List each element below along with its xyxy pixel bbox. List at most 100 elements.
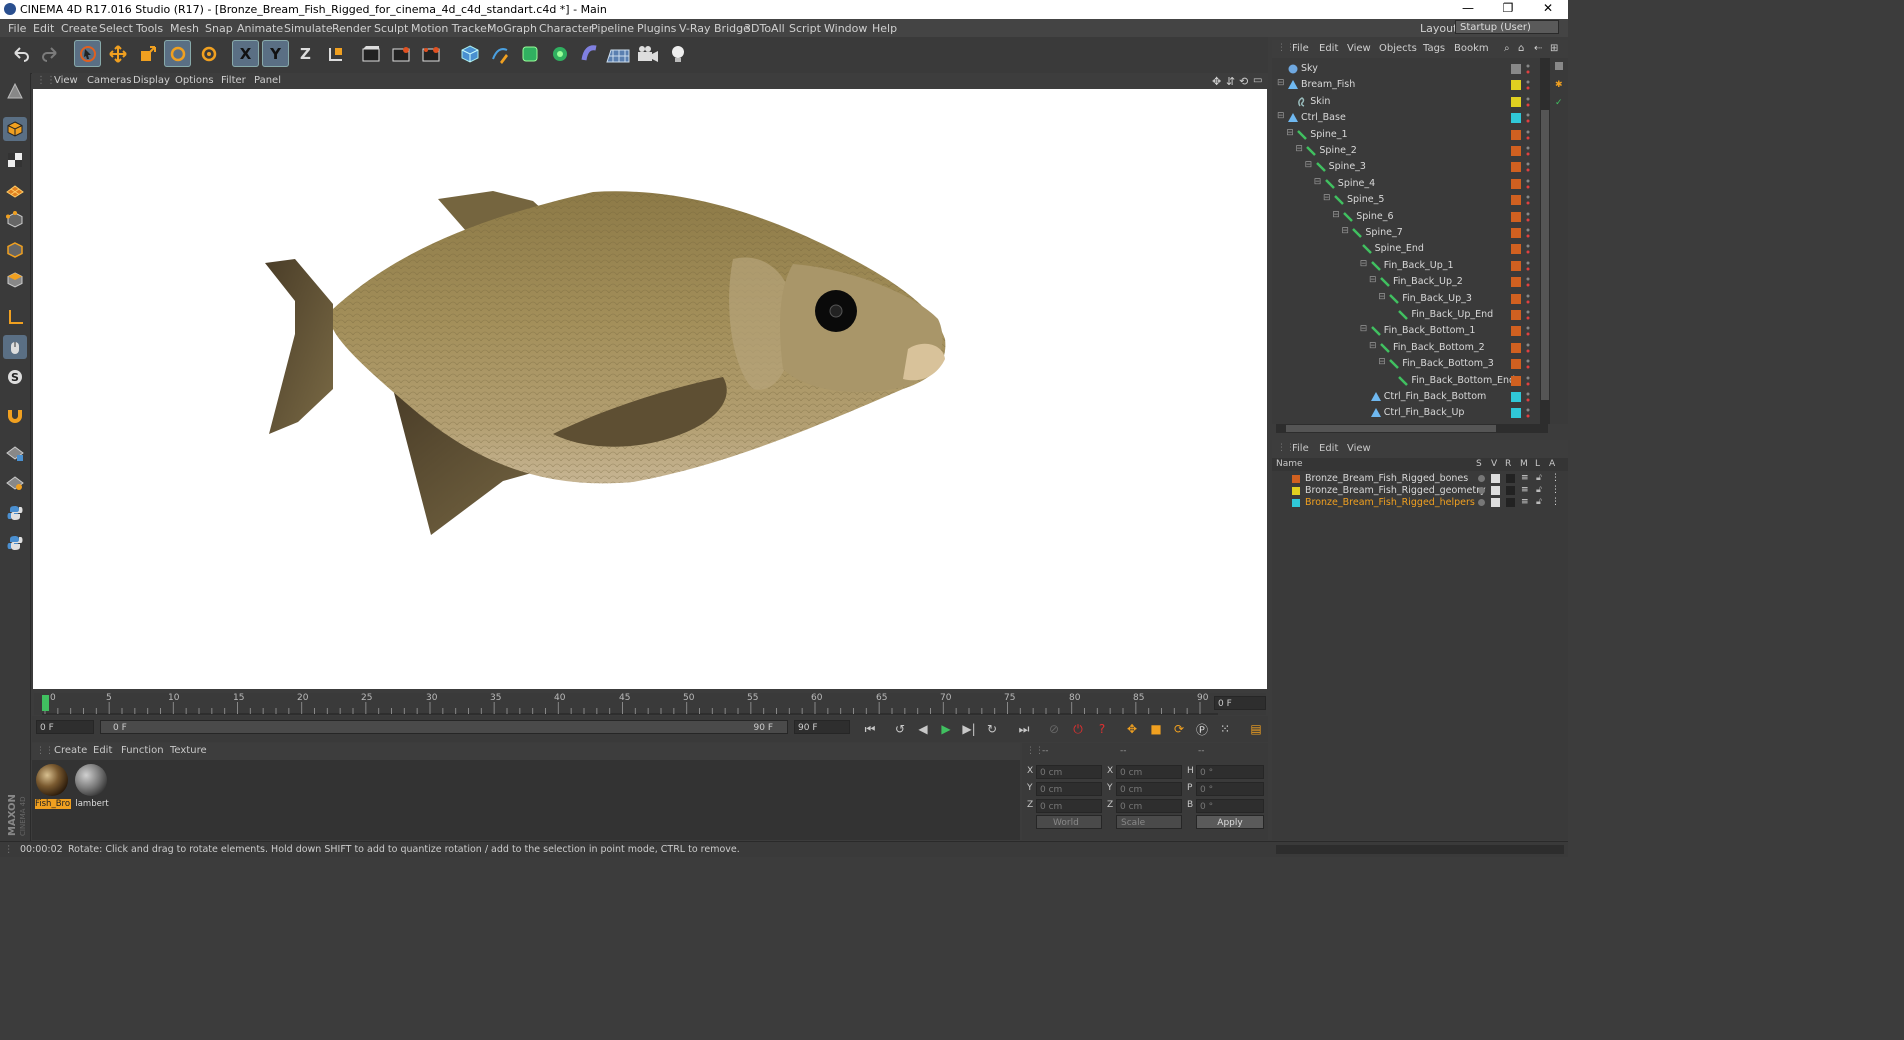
viewport-menu-panel[interactable]: Panel <box>254 75 281 86</box>
live-selection-icon[interactable] <box>74 40 101 67</box>
menu-vray-bridge[interactable]: V-Ray Bridge <box>679 22 750 35</box>
visibility-dots-icon[interactable] <box>1526 112 1530 124</box>
visibility-dots-icon[interactable] <box>1526 358 1530 370</box>
expand-toggle-icon[interactable]: ⊟ <box>1314 177 1322 187</box>
object-row-fin-back-up-2[interactable]: ⊟ Fin_Back_Up_2 <box>1272 274 1552 290</box>
scale-icon[interactable] <box>134 40 161 67</box>
workplane-icon[interactable] <box>3 177 27 201</box>
size-mode-select[interactable]: Scale <box>1116 815 1182 829</box>
object-row-fin-back-bottom-1[interactable]: ⊟ Fin_Back_Bottom_1 <box>1272 323 1552 339</box>
viewport-menu-filter[interactable]: Filter <box>221 75 246 86</box>
om-scroll-thumb[interactable] <box>1541 110 1549 400</box>
mograph-cloner-icon[interactable] <box>546 40 573 67</box>
visibility-dots-icon[interactable] <box>1526 145 1530 157</box>
visibility-dots-icon[interactable] <box>1526 276 1530 288</box>
rotation-p-field[interactable]: 0 ° <box>1196 782 1264 796</box>
menu-create[interactable]: Create <box>61 22 98 35</box>
recent-tools-icon[interactable] <box>195 40 222 67</box>
layer-row-helpers[interactable]: Bronze_Bream_Fish_Rigged_helpers ≡ 🔓︎ ⋮ <box>1272 497 1568 509</box>
go-to-start-icon[interactable]: ⏮ <box>860 719 880 739</box>
layer-color-tag[interactable] <box>1511 392 1521 402</box>
om-search-icon[interactable]: ⌕ <box>1504 43 1510 54</box>
layer-color-tag[interactable] <box>1511 146 1521 156</box>
floor-environment-icon[interactable] <box>604 40 631 67</box>
redo-icon[interactable] <box>36 40 63 67</box>
menu-script[interactable]: Script <box>789 22 821 35</box>
position-y-field[interactable]: 0 cm <box>1036 782 1102 796</box>
rotate-icon[interactable] <box>164 40 191 67</box>
nurbs-icon[interactable] <box>516 40 543 67</box>
expand-toggle-icon[interactable]: ⊟ <box>1277 111 1285 121</box>
menu-plugins[interactable]: Plugins <box>637 22 676 35</box>
expand-toggle-icon[interactable]: ⊟ <box>1341 226 1349 236</box>
autokeying-icon[interactable]: ⏻ <box>1068 719 1088 739</box>
visibility-dots-icon[interactable] <box>1526 79 1530 91</box>
expand-toggle-icon[interactable]: ⊟ <box>1369 341 1377 351</box>
expand-toggle-icon[interactable]: ⊟ <box>1360 259 1368 269</box>
play-forward-icon[interactable]: ▶ <box>936 719 956 739</box>
position-x-field[interactable]: 0 cm <box>1036 765 1102 779</box>
expand-toggle-icon[interactable]: ⊟ <box>1332 210 1340 220</box>
minimize-button[interactable]: — <box>1448 0 1488 19</box>
menu-select[interactable]: Select <box>99 22 133 35</box>
edges-mode-icon[interactable] <box>3 238 27 262</box>
expand-toggle-icon[interactable]: ⊟ <box>1369 275 1377 285</box>
om-menu-tags[interactable]: Tags <box>1423 43 1445 54</box>
layer-color-tag[interactable] <box>1511 359 1521 370</box>
om-vertical-scrollbar[interactable] <box>1540 58 1550 424</box>
record-keys-icon[interactable]: ⊘ <box>1044 719 1064 739</box>
material-menu-function[interactable]: Function <box>121 745 164 756</box>
layer-color-swatch[interactable] <box>1292 499 1300 507</box>
menu-3dtoall[interactable]: 3DToAll <box>744 22 785 35</box>
layer-color-tag[interactable] <box>1511 96 1521 107</box>
object-row-spine-7[interactable]: ⊟ Spine_7 <box>1272 225 1552 241</box>
om-back-icon[interactable]: ⇠ <box>1534 43 1542 54</box>
menu-sculpt[interactable]: Sculpt <box>374 22 408 35</box>
next-frame-icon[interactable]: ▶| <box>959 719 979 739</box>
axis-mode-icon[interactable] <box>3 305 27 329</box>
previous-keyframe-icon[interactable]: ↺ <box>890 719 910 739</box>
viewport-maximize-icon[interactable]: ▭ <box>1253 75 1262 86</box>
lm-menu-view[interactable]: View <box>1347 443 1371 454</box>
layer-row-geometry[interactable]: Bronze_Bream_Fish_Rigged_geometry ≡ 🔓︎ ⋮ <box>1272 485 1568 497</box>
z-axis-lock-icon[interactable]: Z <box>292 40 319 67</box>
expand-toggle-icon[interactable]: ⊟ <box>1286 128 1294 138</box>
animation-toggle-icon[interactable]: ⋮ <box>1551 497 1560 507</box>
object-row-fin-back-bottom-3[interactable]: ⊟ Fin_Back_Bottom_3 <box>1272 356 1552 372</box>
visible-eye-icon[interactable] <box>1491 486 1500 495</box>
visibility-dots-icon[interactable] <box>1526 178 1530 190</box>
lm-col-locked[interactable]: L <box>1535 459 1540 469</box>
layer-color-tag[interactable] <box>1511 244 1521 255</box>
rotation-h-field[interactable]: 0 ° <box>1196 765 1264 779</box>
lock-icon[interactable]: 🔓︎ <box>1536 485 1542 495</box>
move-icon[interactable] <box>104 40 131 67</box>
viewport-menu-display[interactable]: Display <box>133 75 170 86</box>
current-frame-field[interactable]: 0 F <box>1214 696 1266 710</box>
om-menu-file[interactable]: File <box>1292 43 1309 54</box>
layer-color-tag[interactable] <box>1511 326 1521 337</box>
viewport-rotate-icon[interactable]: ⟲ <box>1239 75 1248 88</box>
key-scale-icon[interactable]: ■ <box>1146 719 1166 739</box>
preview-end-field[interactable]: 90 F <box>794 720 850 734</box>
expand-toggle-icon[interactable]: ⊟ <box>1305 160 1313 170</box>
layer-color-tag[interactable] <box>1511 342 1521 353</box>
lm-col-name[interactable]: Name <box>1276 459 1303 469</box>
object-row-ctrl-fin-back-up[interactable]: Ctrl_Fin_Back_Up <box>1272 405 1552 421</box>
model-mode-icon[interactable] <box>3 117 27 141</box>
object-row-fin-back-up-1[interactable]: ⊟ Fin_Back_Up_1 <box>1272 258 1552 274</box>
object-row-spine-end[interactable]: Spine_End <box>1272 241 1552 257</box>
viewport-menu-view[interactable]: View <box>54 75 78 86</box>
python-console-icon[interactable] <box>3 531 27 555</box>
workplane-lock-icon[interactable] <box>3 441 27 465</box>
expand-toggle-icon[interactable]: ⊟ <box>1378 357 1386 367</box>
tweak-mode-icon[interactable] <box>3 335 27 359</box>
object-row-fin-back-up-3[interactable]: ⊟ Fin_Back_Up_3 <box>1272 291 1552 307</box>
lm-menu-file[interactable]: File <box>1292 443 1309 454</box>
layer-color-tag[interactable] <box>1511 195 1521 206</box>
layer-color-tag[interactable] <box>1511 129 1521 140</box>
viewport-menu-options[interactable]: Options <box>175 75 214 86</box>
om-menu-objects[interactable]: Objects <box>1379 43 1417 54</box>
visibility-dots-icon[interactable] <box>1526 194 1530 206</box>
object-row-ctrl-base[interactable]: ⊟ Ctrl_Base <box>1272 110 1552 126</box>
object-row-fin-back-up-end[interactable]: Fin_Back_Up_End <box>1272 307 1552 323</box>
